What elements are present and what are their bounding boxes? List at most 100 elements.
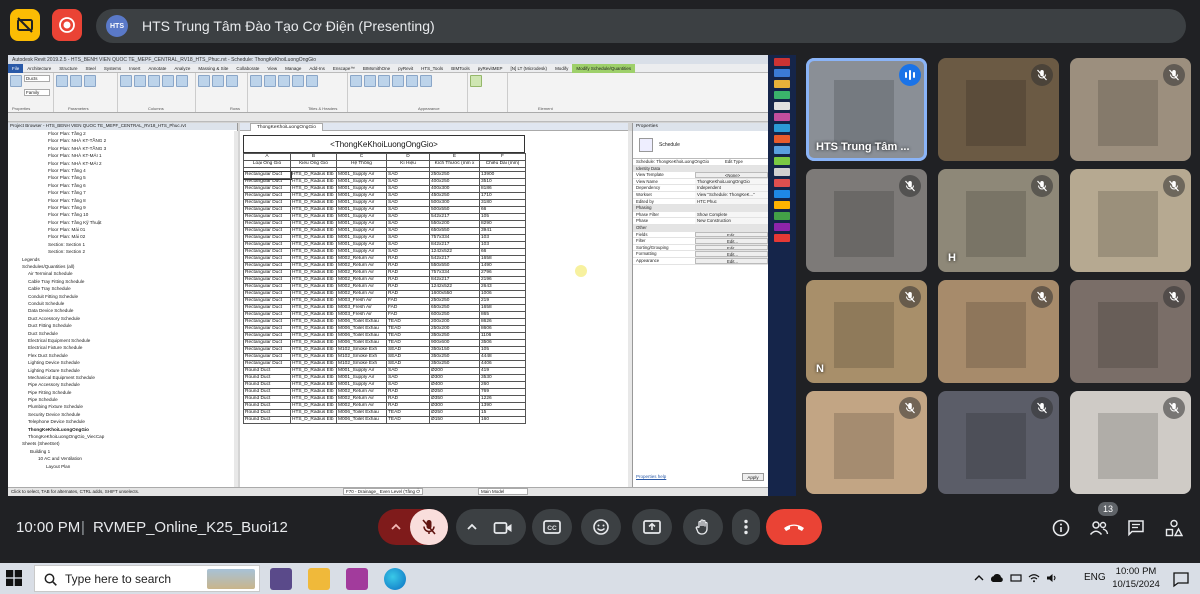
table-cell[interactable]: SEAD — [386, 353, 430, 361]
browser-tree-item[interactable]: Floor Plan: Tầng 10 — [8, 211, 237, 218]
table-cell[interactable]: 13900 — [479, 171, 526, 179]
participant-tile[interactable] — [806, 169, 927, 272]
participant-tile[interactable] — [938, 58, 1059, 161]
table-cell[interactable]: M001_Supply Air — [336, 178, 387, 186]
participant-tile[interactable]: HTS Trung Tâm ... — [806, 58, 927, 161]
table-cell[interactable]: Rectangular Duct — [243, 213, 291, 221]
table-cell[interactable]: M001_Supply Air — [336, 220, 387, 228]
browser-tree-item[interactable]: Duct Schedule — [8, 330, 237, 337]
table-row[interactable]: Round Duct HTS_D_Radius Elb M006_Toilet Ex… — [243, 416, 526, 424]
browser-tree-item[interactable]: Floor Plan: Tầng 6 — [8, 182, 237, 189]
table-cell[interactable]: M001_Supply Air — [336, 367, 387, 375]
table-cell[interactable]: HTS_D_Radius Elb — [290, 332, 337, 340]
browser-tree-item[interactable]: Conduit Fitting Schedule — [8, 293, 237, 300]
table-cell[interactable]: M001_Supply Air — [336, 374, 387, 382]
table-cell[interactable]: 350x250 — [429, 353, 480, 361]
table-cell[interactable]: A — [243, 153, 291, 161]
property-row[interactable]: Filter Edit... — [633, 238, 768, 245]
table-cell[interactable]: Rectangular Duct — [243, 227, 291, 235]
table-cell[interactable]: E — [429, 153, 480, 161]
table-cell[interactable]: 105 — [479, 213, 526, 221]
browser-tree-item[interactable]: Floor Plan: Mái 01 — [8, 226, 237, 233]
participant-tile[interactable] — [938, 280, 1059, 383]
table-cell[interactable]: 66 — [479, 206, 526, 214]
browser-tree-item[interactable]: Floor Plan: Tầng 2 — [8, 130, 237, 137]
table-row[interactable]: Rectangular Duct HTS_D_Radius Elb M006_Toi… — [243, 339, 526, 347]
table-row[interactable]: Rectangular Duct HTS_D_Radius Elb M001_Sup… — [243, 227, 526, 235]
merge-icon[interactable] — [250, 75, 262, 87]
table-cell[interactable]: HTS_D_Radius Elb — [290, 255, 337, 263]
table-cell[interactable]: 757x334 — [429, 269, 480, 277]
table-cell[interactable]: HTS_D_Radius Elb — [290, 241, 337, 249]
ribbon-tab[interactable]: File — [8, 63, 24, 73]
participant-tile[interactable]: H — [938, 169, 1059, 272]
table-cell[interactable]: 2796 — [479, 269, 526, 277]
table-cell[interactable]: M002_Return Air — [336, 276, 387, 284]
participant-tile[interactable] — [938, 391, 1059, 494]
taskbar-app-1-icon[interactable] — [270, 568, 292, 590]
table-row[interactable]: Rectangular Duct HTS_D_Radius Elb M006_Toi… — [243, 325, 526, 333]
table-row[interactable]: Rectangular Duct HTS_D_Radius Elb M006_Toi… — [243, 332, 526, 340]
table-cell[interactable]: Rectangular Duct — [243, 304, 291, 312]
present-screen-button[interactable] — [632, 509, 672, 545]
ribbon-tab[interactable]: Systems — [100, 66, 125, 71]
table-cell[interactable]: HTS_D_Radius Elb — [290, 346, 337, 354]
table-cell[interactable]: HTS_D_Radius Elb — [290, 269, 337, 277]
table-cell[interactable]: M001_Supply Air — [336, 241, 387, 249]
table-row[interactable]: Rectangular Duct HTS_D_Radius Elb M001_Sup… — [242, 170, 526, 180]
table-cell[interactable]: 250x250 — [429, 171, 480, 179]
table-cell[interactable]: HTS_D_Radius Elb — [290, 199, 337, 207]
table-cell[interactable]: Round Duct — [243, 388, 291, 396]
table-row[interactable]: Rectangular Duct HTS_D_Radius Elb M102_Smo… — [243, 353, 526, 361]
table-row[interactable]: Rectangular Duct HTS_D_Radius Elb M002_Ret… — [243, 290, 526, 298]
table-cell[interactable]: 8626 — [479, 318, 526, 326]
table-cell[interactable]: Rectangular Duct — [243, 360, 291, 368]
table-cell[interactable]: Rectangular Duct — [243, 290, 291, 298]
browser-tree-item[interactable]: Electrical Fixture Schedule — [8, 344, 237, 351]
table-cell[interactable]: HTS_D_Radius Elb — [290, 402, 337, 410]
browser-tree-item[interactable]: Duct Fitting Schedule — [8, 322, 237, 329]
table-cell[interactable]: Round Duct — [243, 395, 291, 403]
table-cell[interactable]: M003_Fresh Air — [336, 311, 387, 319]
table-row[interactable]: Rectangular Duct HTS_D_Radius Elb M001_Sup… — [243, 220, 526, 228]
table-cell[interactable]: M006_Toilet Exhau — [336, 339, 387, 347]
borders-icon[interactable] — [364, 75, 376, 87]
table-cell[interactable]: HTS_D_Radius Elb — [290, 192, 337, 200]
browser-tree-item[interactable]: Pipe Accessory Schedule — [8, 381, 237, 388]
more-options-button[interactable] — [732, 509, 760, 545]
table-cell[interactable]: 66 — [479, 248, 526, 256]
table-cell[interactable]: 4448 — [479, 353, 526, 361]
table-cell[interactable]: 419 — [479, 367, 526, 375]
browser-tree-item[interactable]: Building 1 — [8, 448, 237, 455]
file-explorer-icon[interactable] — [308, 568, 330, 590]
table-cell[interactable]: 900x600 — [429, 339, 480, 347]
table-cell[interactable]: HTS_D_Radius Elb — [290, 360, 337, 368]
activities-button[interactable] — [1163, 517, 1185, 539]
ribbon-dropdown-2[interactable]: Family — [24, 89, 50, 96]
chat-button[interactable] — [1125, 517, 1147, 539]
table-cell[interactable]: 600x250 — [429, 311, 480, 319]
browser-tree-item[interactable]: Duct Accessory Schedule — [8, 315, 237, 322]
table-cell[interactable]: SAD — [386, 199, 430, 207]
group-icon[interactable] — [292, 75, 304, 87]
insert-column-icon[interactable] — [120, 75, 132, 87]
reactions-button[interactable] — [581, 509, 621, 545]
table-cell[interactable]: HTS_D_Radius Elb — [290, 178, 337, 186]
table-cell[interactable]: 1006 — [479, 290, 526, 298]
table-cell[interactable]: 3510 — [479, 178, 526, 186]
table-cell[interactable]: Rectangular Duct — [243, 311, 291, 319]
ribbon-dropdown-1[interactable]: Ducts — [24, 75, 50, 82]
table-cell[interactable]: HTS_D_Radius Elb — [290, 227, 337, 235]
captions-off-button[interactable] — [10, 9, 40, 41]
properties-instance-selector[interactable]: Schedule: ThongKeKhoiLuongOngGio Edit Typ… — [633, 159, 768, 166]
table-cell[interactable]: 650x550 — [429, 227, 480, 235]
table-row[interactable]: Rectangular Duct HTS_D_Radius Elb M006_Toi… — [243, 318, 526, 326]
table-cell[interactable]: Ø300 — [429, 402, 480, 410]
table-cell[interactable]: 1658 — [479, 255, 526, 263]
browser-tree-item[interactable]: Electrical Equipment Schedule — [8, 337, 237, 344]
table-cell[interactable]: SAD — [386, 227, 430, 235]
table-row[interactable]: Rectangular Duct HTS_D_Radius Elb M001_Sup… — [243, 185, 526, 193]
browser-tree-item[interactable]: Plumbing Fixture Schedule — [8, 403, 237, 410]
table-cell[interactable]: 3941 — [479, 227, 526, 235]
table-cell[interactable]: HTS_D_Radius Elb — [290, 234, 337, 242]
